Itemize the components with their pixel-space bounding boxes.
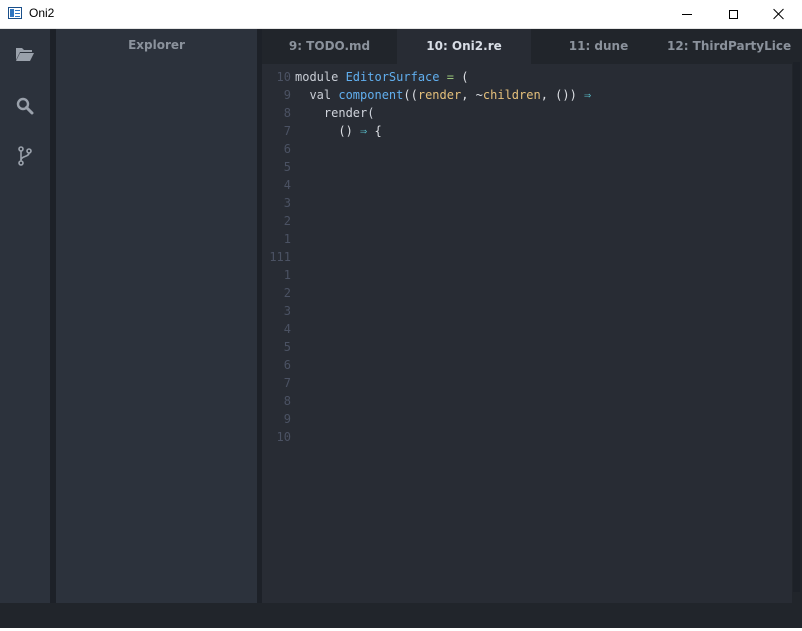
line-number: 8: [283, 106, 291, 120]
code-token: render: [417, 88, 462, 102]
editor-scrollbar[interactable]: [792, 29, 802, 603]
code-line[interactable]: 1: [262, 230, 792, 248]
line-number: 5: [283, 160, 291, 174]
code-line[interactable]: 2: [262, 284, 792, 302]
code-line[interactable]: 4: [262, 176, 792, 194]
line-number: 5: [283, 340, 291, 354]
code-line[interactable]: 3: [262, 194, 792, 212]
line-number: 1: [283, 232, 291, 246]
code-line[interactable]: 7 () ⇒ {: [262, 122, 792, 140]
search-icon: [16, 97, 34, 115]
status-bar: [0, 603, 802, 628]
maximize-button[interactable]: [710, 0, 756, 28]
line-number: 9: [283, 88, 291, 102]
code-line[interactable]: 10: [262, 428, 792, 446]
code-token: val: [295, 88, 339, 102]
source-control-icon: [18, 146, 32, 166]
line-number: 10: [276, 430, 291, 444]
tab-oni2-re[interactable]: 10: Oni2.re: [397, 29, 531, 64]
code-line[interactable]: 8: [262, 392, 792, 410]
code-token: , ~: [461, 88, 483, 102]
code-token: {: [367, 124, 382, 138]
line-number: 6: [283, 358, 291, 372]
search-button[interactable]: [14, 95, 36, 117]
code-line[interactable]: 6: [262, 140, 792, 158]
close-button[interactable]: [756, 0, 802, 28]
line-number: 2: [283, 214, 291, 228]
code-token: render(: [295, 106, 375, 120]
code-token: ((: [403, 88, 418, 102]
sidebar-title: Explorer: [128, 38, 185, 52]
line-number: 2: [283, 286, 291, 300]
line-text: val component((render, ~children, ()) ⇒: [295, 86, 591, 104]
explorer-button[interactable]: [14, 43, 36, 65]
line-number: 1: [283, 268, 291, 282]
code-line[interactable]: 9: [262, 410, 792, 428]
code-line[interactable]: 2: [262, 212, 792, 230]
tab-bar: 9: TODO.md 10: Oni2.re 11: dune 12: Thir…: [262, 29, 792, 64]
minimize-button[interactable]: [664, 0, 710, 28]
close-icon: [773, 8, 785, 20]
code-line[interactable]: 111: [262, 248, 792, 266]
code-token: module: [295, 70, 346, 84]
code-line[interactable]: 4: [262, 320, 792, 338]
code-line[interactable]: 8 render(: [262, 104, 792, 122]
scrollbar-thumb[interactable]: [793, 62, 800, 592]
line-number: 8: [283, 394, 291, 408]
code-line[interactable]: 10 module EditorSurface = (: [262, 68, 792, 86]
window-title: Oni2: [29, 6, 55, 20]
code-line[interactable]: 6: [262, 356, 792, 374]
code-token: , ()): [540, 88, 585, 102]
tab-third-party-licenses[interactable]: 12: ThirdPartyLicenses: [666, 29, 792, 64]
folder-icon: [16, 48, 34, 61]
code-token: (: [461, 70, 469, 84]
explorer-sidebar: Explorer: [56, 29, 257, 603]
line-text: () ⇒ {: [295, 122, 382, 140]
code-line[interactable]: 5: [262, 338, 792, 356]
code-token: children: [482, 88, 541, 102]
line-number: 6: [283, 142, 291, 156]
line-number: 3: [283, 304, 291, 318]
maximize-icon: [728, 9, 738, 19]
code-token: (): [295, 124, 361, 138]
tab-todo-md[interactable]: 9: TODO.md: [262, 29, 397, 64]
window-titlebar: Oni2: [0, 0, 802, 29]
minimize-icon: [682, 13, 692, 15]
line-text: module EditorSurface = (: [295, 68, 468, 86]
code-area[interactable]: 10 module EditorSurface = (9 val componen…: [262, 68, 792, 446]
activity-bar: [0, 29, 50, 603]
line-number: 3: [283, 196, 291, 210]
tab-dune[interactable]: 11: dune: [531, 29, 666, 64]
code-line[interactable]: 5: [262, 158, 792, 176]
code-line[interactable]: 1: [262, 266, 792, 284]
line-text: render(: [295, 104, 375, 122]
line-number: 10: [276, 70, 291, 84]
line-number: 7: [283, 376, 291, 390]
app-icon: [8, 7, 22, 19]
code-line[interactable]: 3: [262, 302, 792, 320]
line-number: 111: [269, 250, 291, 264]
line-number: 4: [283, 322, 291, 336]
line-number: 7: [283, 124, 291, 138]
code-token: ⇒: [584, 88, 592, 102]
code-line[interactable]: 7: [262, 374, 792, 392]
source-control-button[interactable]: [14, 145, 36, 167]
code-token: =: [439, 70, 462, 84]
code-line[interactable]: 9 val component((render, ~children, ()) …: [262, 86, 792, 104]
line-number: 4: [283, 178, 291, 192]
code-token: component: [338, 88, 404, 102]
line-number: 9: [283, 412, 291, 426]
editor-pane[interactable]: 9: TODO.md 10: Oni2.re 11: dune 12: Thir…: [262, 29, 792, 603]
code-token: EditorSurface: [345, 70, 440, 84]
